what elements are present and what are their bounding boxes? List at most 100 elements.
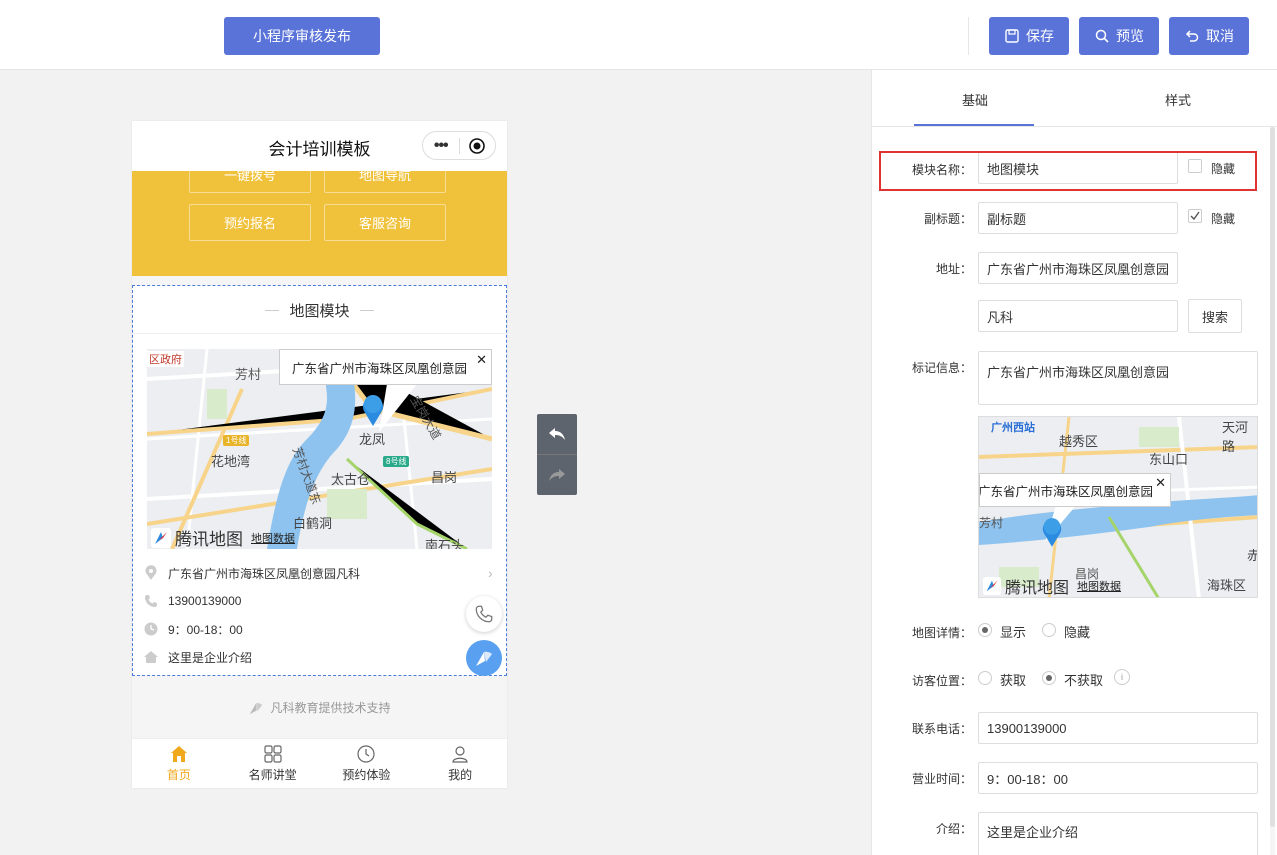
title-dash (265, 310, 280, 311)
radio-dot (982, 627, 988, 633)
scrollbar-thumb[interactable] (1270, 127, 1275, 827)
tab-booking[interactable]: 预约体验 (320, 739, 414, 788)
save-button[interactable]: 保存 (989, 17, 1069, 55)
map-label: 海珠区 (1207, 578, 1247, 593)
float-home-button[interactable] (466, 640, 502, 676)
business-hours-input[interactable] (978, 762, 1258, 794)
search-keyword-input[interactable] (978, 300, 1178, 332)
undo-arrow-icon (549, 428, 565, 440)
visitor-noget-radio[interactable] (1042, 671, 1056, 685)
checkmark-icon (1190, 211, 1200, 221)
quick-button-service[interactable]: 客服咨询 (324, 204, 446, 241)
radio-label: 不获取 (1064, 673, 1104, 688)
close-icon[interactable]: ✕ (1155, 475, 1166, 491)
phone-icon (475, 605, 493, 623)
quick-nav-section: 一键拨号 地图导航 预约报名 客服咨询 (132, 156, 507, 276)
divider (133, 333, 506, 334)
map-data-link[interactable]: 地图数据 (1077, 578, 1121, 594)
quick-button-signup[interactable]: 预约报名 (189, 204, 311, 241)
tab-label: 预约体验 (342, 768, 391, 782)
info-icon[interactable]: i (1114, 669, 1130, 685)
float-call-button[interactable] (466, 596, 502, 632)
marker-label: 标记信息： (911, 361, 972, 375)
tab-label: 名师讲堂 (248, 768, 297, 782)
tencent-map-logo-icon (983, 577, 1001, 595)
address-row[interactable]: 广东省广州市海珠区凤凰创意园凡科 (143, 563, 360, 583)
intro-row: 这里是企业介绍 (143, 647, 252, 667)
map-label: 区政府 (147, 351, 184, 367)
map-label: 越秀区 (1059, 434, 1099, 449)
map-module-title-row: 地图模块 (133, 300, 506, 321)
cancel-button[interactable]: 取消 (1169, 17, 1249, 55)
user-icon (452, 746, 468, 763)
undo-redo-panel (537, 414, 577, 495)
save-icon (1005, 29, 1019, 43)
map-detail-show-radio[interactable] (978, 623, 992, 637)
tab-basic[interactable]: 基础 (962, 90, 988, 109)
map-module[interactable]: 地图模块 区政府 芳村 龙凤 花地湾 太古仓 昌岗 白鹤洞 南石头 1号线 8号… (132, 285, 507, 676)
search-button[interactable]: 搜索 (1188, 299, 1242, 333)
settings-map-view[interactable]: 广州西站 越秀区 天河路 东山口 芳村 昌岗 海珠区 赤 广东省广州市海珠区凤凰… (978, 416, 1258, 598)
tab-mine[interactable]: 我的 (413, 739, 507, 788)
map-detail-label: 地图详情： (911, 626, 972, 640)
subtitle-hide-checkbox[interactable] (1188, 209, 1202, 223)
map-view[interactable]: 区政府 芳村 龙凤 花地湾 太古仓 昌岗 白鹤洞 南石头 1号线 8号线 宝岗大… (147, 349, 492, 549)
close-target-icon[interactable] (459, 137, 495, 155)
metro-line-badge: 1号线 (223, 435, 250, 446)
miniprogram-capsule[interactable]: ••• (422, 131, 496, 160)
map-data-link[interactable]: 地图数据 (251, 530, 295, 546)
undo-button[interactable] (537, 414, 577, 454)
close-icon[interactable]: ✕ (476, 352, 487, 368)
map-label: 南石头 (425, 538, 465, 549)
tab-label: 首页 (166, 768, 191, 782)
map-label: 东山口 (1149, 452, 1189, 467)
contact-phone-input[interactable] (978, 712, 1258, 744)
map-brand: 腾讯地图 地图数据 (151, 525, 295, 549)
cancel-label: 取消 (1206, 28, 1234, 44)
map-detail-hide-radio[interactable] (1042, 623, 1056, 637)
phone-row[interactable]: 13900139000 (143, 591, 241, 611)
map-label: 白鹤洞 (293, 516, 333, 531)
redo-button[interactable] (537, 455, 577, 495)
settings-tabs: 基础 样式 (872, 70, 1277, 127)
clock-icon (357, 745, 375, 763)
subtitle-label: 副标题： (923, 212, 972, 226)
map-label: 天河路 (1222, 420, 1249, 454)
intro-textarea[interactable]: 这里是企业介绍 (978, 812, 1258, 855)
tencent-map-logo-icon (151, 527, 171, 548)
marker-textarea[interactable]: 广东省广州市海珠区凤凰创意园 (978, 351, 1258, 405)
map-label: 花地湾 (211, 454, 251, 469)
map-label: 芳村 (979, 516, 1004, 530)
visitor-get-radio[interactable] (978, 671, 992, 685)
support-text: 凡科教育提供技术支持 (270, 701, 391, 715)
popup-tail (379, 384, 417, 432)
map-marker-icon[interactable] (1040, 516, 1064, 548)
map-label: 芳村 (235, 367, 262, 382)
hours-row: 9：00-18：00 (143, 619, 243, 639)
phone-tabbar: 首页 名师讲堂 预约体验 我的 (132, 738, 507, 788)
phone-text: 13900139000 (168, 594, 242, 608)
highlight-box (879, 151, 1257, 191)
visitor-location-label: 访客位置： (911, 674, 972, 688)
subtitle-input[interactable] (978, 202, 1178, 234)
more-icon[interactable]: ••• (423, 137, 459, 153)
chevron-right-icon[interactable]: › (488, 565, 493, 581)
map-brand-text: 腾讯地图 (175, 530, 243, 549)
phone-header: 会计培训模板 ••• (132, 121, 507, 171)
map-label: 太古仓 (331, 472, 371, 487)
hide-label: 隐藏 (1211, 212, 1236, 226)
phone-icon (143, 593, 159, 609)
redo-arrow-icon (549, 469, 565, 481)
map-label: 广州西站 (991, 422, 1035, 434)
tab-teachers[interactable]: 名师讲堂 (226, 739, 320, 788)
contact-phone-label: 联系电话： (911, 722, 972, 736)
publish-button[interactable]: 小程序审核发布 (224, 17, 380, 55)
intro-label: 介绍： (935, 822, 972, 836)
brand-logo-icon (476, 651, 492, 666)
address-text: 广东省广州市海珠区凤凰创意园凡科 (168, 566, 361, 581)
tab-home[interactable]: 首页 (132, 739, 226, 788)
map-brand: 腾讯地图 地图数据 (983, 574, 1121, 597)
preview-button[interactable]: 预览 (1079, 17, 1159, 55)
address-input[interactable] (978, 252, 1178, 284)
tab-style[interactable]: 样式 (1165, 90, 1191, 109)
